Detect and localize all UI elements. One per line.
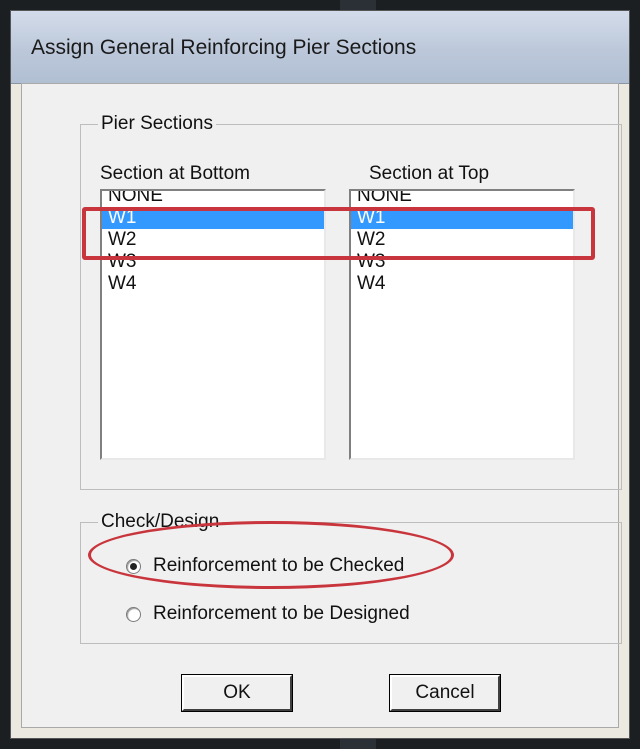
pier-sections-dialog: Assign General Reinforcing Pier Sections… bbox=[10, 10, 630, 739]
list-item-none[interactable]: NONE bbox=[351, 191, 573, 207]
list-item-w3[interactable]: W3 bbox=[102, 251, 324, 273]
radio-button-icon[interactable] bbox=[126, 558, 141, 574]
section-bottom-listbox[interactable]: NONE W1 W2 W3 W4 bbox=[100, 189, 326, 460]
list-item-w3[interactable]: W3 bbox=[351, 251, 573, 273]
list-item-w2[interactable]: W2 bbox=[351, 229, 573, 251]
check-design-legend: Check/Design bbox=[98, 511, 223, 533]
radio-reinforcement-designed[interactable]: Reinforcement to be Designed bbox=[126, 603, 410, 625]
pier-sections-legend: Pier Sections bbox=[98, 113, 216, 135]
list-item-w2[interactable]: W2 bbox=[102, 229, 324, 251]
radio-button-icon[interactable] bbox=[126, 606, 141, 622]
title-bar[interactable]: Assign General Reinforcing Pier Sections bbox=[11, 11, 629, 84]
list-item-none[interactable]: NONE bbox=[102, 191, 324, 207]
list-item-w1[interactable]: W1 bbox=[102, 207, 324, 229]
section-top-listbox[interactable]: NONE W1 W2 W3 W4 bbox=[349, 189, 575, 460]
radio-label: Reinforcement to be Checked bbox=[153, 555, 405, 576]
radio-reinforcement-checked[interactable]: Reinforcement to be Checked bbox=[126, 555, 404, 577]
list-item-w4[interactable]: W4 bbox=[102, 273, 324, 295]
section-bottom-label: Section at Bottom bbox=[100, 163, 250, 184]
dialog-client-area: Pier Sections Section at Bottom Section … bbox=[21, 83, 622, 728]
radio-label: Reinforcement to be Designed bbox=[153, 603, 410, 624]
dialog-title: Assign General Reinforcing Pier Sections bbox=[31, 36, 417, 59]
section-top-label: Section at Top bbox=[369, 163, 490, 184]
list-item-w1[interactable]: W1 bbox=[351, 207, 573, 229]
ok-button[interactable]: OK bbox=[181, 674, 293, 712]
check-design-group bbox=[80, 522, 622, 644]
list-item-w4[interactable]: W4 bbox=[351, 273, 573, 295]
cancel-button[interactable]: Cancel bbox=[389, 674, 501, 712]
